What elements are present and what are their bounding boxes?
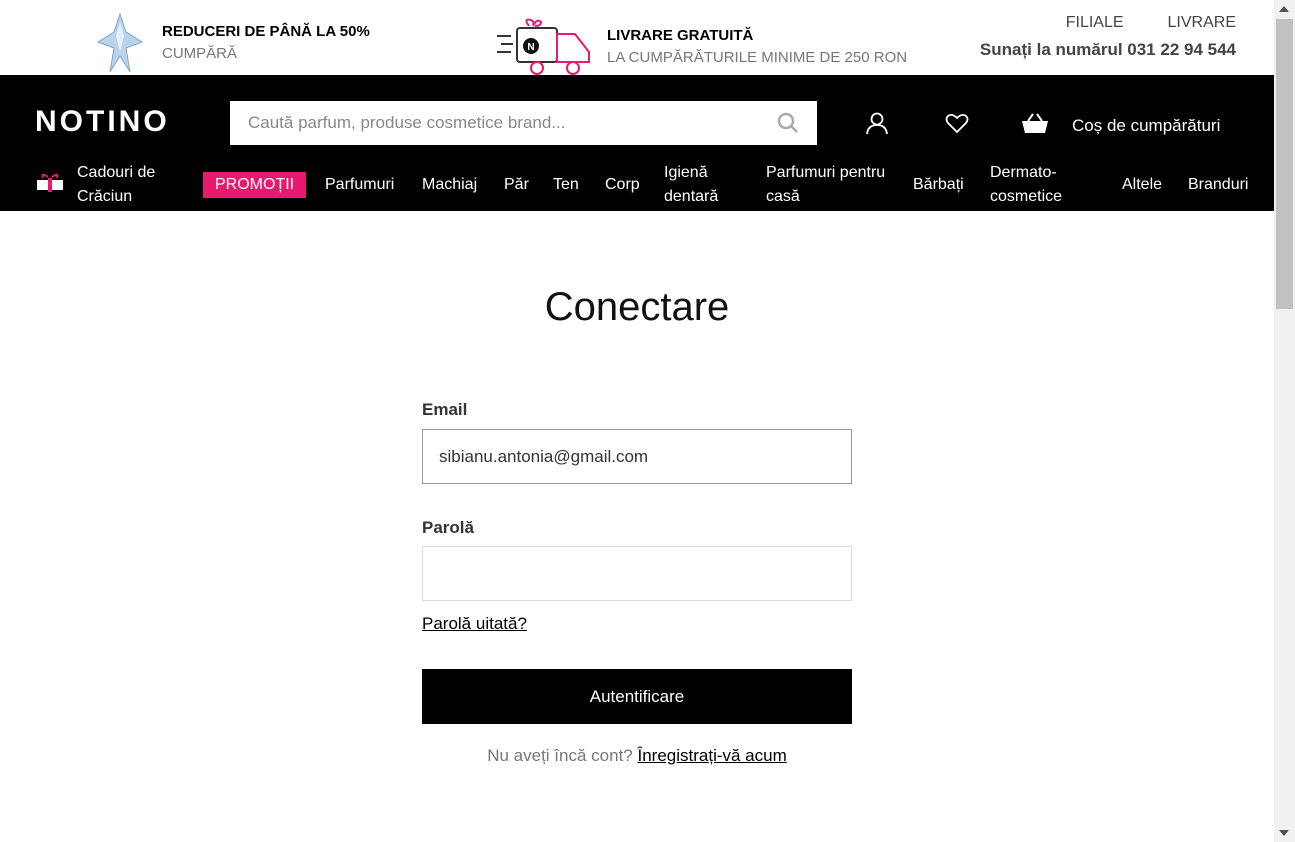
page-scrollbar[interactable] xyxy=(1274,0,1295,842)
search-bar xyxy=(230,101,817,145)
register-link[interactable]: Înregistrați-vă acum xyxy=(637,746,786,765)
delivery-promo: N LIVRARE GRATUITĂ LA CUMPĂRĂTURILE MINI… xyxy=(495,16,907,78)
nav-promotions[interactable]: PROMOȚII xyxy=(203,172,307,198)
nav-item-branduri[interactable]: Branduri xyxy=(1188,173,1248,197)
search-icon[interactable] xyxy=(777,112,799,134)
scroll-up-arrow-icon[interactable] xyxy=(1279,6,1289,12)
top-links: FILIALE LIVRARE Sunați la numărul 031 22… xyxy=(980,14,1236,60)
cart-basket-icon[interactable] xyxy=(1020,110,1050,136)
nav-item-dermato[interactable]: Dermato-cosmetice xyxy=(990,161,1070,209)
no-account-text: Nu aveți încă cont? xyxy=(487,746,633,765)
main-header: NOTINO Coș de cumpărături Cadouri de Cră… xyxy=(0,75,1274,211)
nav-item-barbati[interactable]: Bărbați xyxy=(913,173,964,197)
phone-number[interactable]: Sunați la numărul 031 22 94 544 xyxy=(980,40,1236,60)
heart-icon[interactable] xyxy=(944,110,970,136)
forgot-password-link[interactable]: Parolă uitată? xyxy=(422,614,527,634)
email-label: Email xyxy=(422,400,468,419)
cart-label[interactable]: Coș de cumpărături xyxy=(1072,116,1220,136)
notino-logo[interactable]: NOTINO xyxy=(35,105,170,139)
promo-subtitle: LA CUMPĂRĂTURILE MINIME DE 250 RON xyxy=(607,49,908,66)
nav-gifts[interactable]: Cadouri de Crăciun xyxy=(77,161,177,209)
email-field[interactable] xyxy=(422,429,852,484)
promo-title: LIVRARE GRATUITĂ xyxy=(607,27,754,44)
gift-icon xyxy=(37,173,63,192)
scroll-down-arrow-icon[interactable] xyxy=(1279,830,1289,836)
nav-item-corp[interactable]: Corp xyxy=(605,173,640,197)
svg-text:N: N xyxy=(527,42,534,53)
user-icon[interactable] xyxy=(864,110,890,136)
perfume-bottle-icon xyxy=(96,12,144,73)
nav-item-parfumuri-casa[interactable]: Parfumuri pentru casă xyxy=(766,161,896,209)
nav-item-par[interactable]: Păr xyxy=(504,173,529,197)
main-nav: Cadouri de Crăciun PROMOȚII Parfumuri Ma… xyxy=(0,161,1274,211)
promo-link[interactable]: CUMPĂRĂ xyxy=(162,43,370,65)
scroll-thumb[interactable] xyxy=(1276,19,1293,309)
promo-title: REDUCERI DE PÂNĂ LA 50% xyxy=(162,23,370,40)
link-filiale[interactable]: FILIALE xyxy=(1066,14,1124,32)
link-livrare[interactable]: LIVRARE xyxy=(1168,14,1236,32)
delivery-truck-icon: N xyxy=(497,18,590,75)
nav-item-machiaj[interactable]: Machiaj xyxy=(422,173,477,197)
nav-item-parfumuri[interactable]: Parfumuri xyxy=(325,173,394,197)
nav-item-igiena[interactable]: Igienă dentară xyxy=(664,161,744,209)
nav-item-altele[interactable]: Altele xyxy=(1122,173,1162,197)
page-title: Conectare xyxy=(544,285,730,329)
login-button[interactable]: Autentificare xyxy=(422,669,852,724)
password-label: Parolă xyxy=(422,518,474,537)
top-promo-bar: REDUCERI DE PÂNĂ LA 50% CUMPĂRĂ N LIVRAR… xyxy=(0,0,1274,75)
password-field[interactable] xyxy=(422,546,852,601)
register-prompt: Nu aveți încă cont? Înregistrați-vă acum xyxy=(0,746,1274,766)
discount-promo[interactable]: REDUCERI DE PÂNĂ LA 50% CUMPĂRĂ xyxy=(90,12,370,74)
search-input[interactable] xyxy=(248,113,777,133)
nav-item-ten[interactable]: Ten xyxy=(553,173,579,197)
